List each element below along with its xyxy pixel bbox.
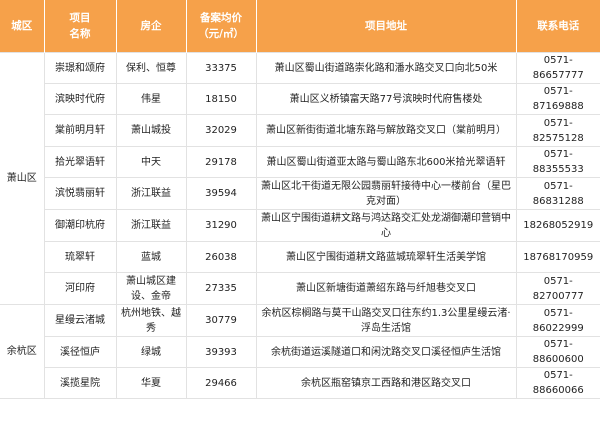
price-cell: 26038: [185, 241, 257, 273]
developer-cell: 绿城: [115, 336, 187, 368]
project-name-cell: 滨悦翡丽轩: [43, 177, 117, 210]
address-cell: 萧山区北干街道无限公园翡丽轩接待中心一楼前台（星巴克对面）: [255, 177, 517, 210]
header-address: 项目地址: [255, 0, 516, 53]
address-cell: 余杭区棕榈路与莫干山路交叉口往东约1.3公里星缦云渚·浮岛生活馆: [255, 304, 517, 337]
project-name-cell: 溪径恒庐: [43, 336, 117, 368]
developer-cell: 萧山城区建设、金帝: [115, 272, 187, 305]
table-row: 御潮印杭府 浙江联益 31290 萧山区宁围街道耕文路与鸿达路交汇处龙湖御潮印营…: [0, 209, 600, 242]
project-name-cell: 滨映时代府: [43, 83, 117, 115]
phone-cell: 0571-88600600: [515, 336, 600, 368]
project-name-cell: 崇璟和颂府: [43, 52, 117, 84]
header-price-line2: （元/㎡）: [198, 28, 244, 40]
phone-cell: 18768170959: [515, 241, 600, 273]
developer-cell: 蓝城: [115, 241, 187, 273]
header-project-line1: 项目: [69, 12, 91, 24]
project-name-cell: 河印府: [43, 272, 117, 305]
price-cell: 39393: [185, 336, 257, 368]
project-price-table: 城区 项目 名称 房企 备案均价 （元/㎡） 项目地址 联系电话 萧山区 崇璟和…: [0, 0, 600, 399]
table-row: 棠前明月轩 萧山城投 32029 萧山区新街街道北塘东路与解放路交叉口（棠前明月…: [0, 114, 600, 147]
price-cell: 30779: [185, 304, 257, 337]
price-cell: 18150: [185, 83, 257, 115]
header-district: 城区: [0, 0, 44, 53]
header-developer: 房企: [115, 0, 186, 53]
header-price-line1: 备案均价: [200, 12, 242, 24]
address-cell: 余杭区瓶窑镇京工西路和港区路交叉口: [255, 367, 517, 399]
table-row: 滨映时代府 伟星 18150 萧山区义桥镇富天路77号滨映时代府售楼处 0571…: [0, 83, 600, 115]
project-name-cell: 拾光翠语轩: [43, 146, 117, 178]
project-name-cell: 棠前明月轩: [43, 114, 117, 147]
price-cell: 33375: [185, 52, 257, 84]
address-cell: 萧山区宁围街道耕文路蓝城琉翠轩生活美学馆: [255, 241, 517, 273]
price-cell: 39594: [185, 177, 257, 210]
phone-cell: 0571-88660066: [515, 367, 600, 399]
table-row: 溪径恒庐 绿城 39393 余杭街道运溪隧道口和闲沈路交叉口溪径恒庐生活馆 05…: [0, 336, 600, 368]
header-price: 备案均价 （元/㎡）: [185, 0, 256, 53]
district-cell: 萧山区: [0, 52, 45, 305]
project-name-cell: 星缦云渚城: [43, 304, 117, 337]
developer-cell: 浙江联益: [115, 209, 187, 242]
phone-cell: 0571-87169888: [515, 83, 600, 115]
phone-cell: 0571-82700777: [515, 272, 600, 305]
phone-cell: 0571-86657777: [515, 52, 600, 84]
phone-cell: 18268052919: [515, 209, 600, 242]
address-cell: 余杭街道运溪隧道口和闲沈路交叉口溪径恒庐生活馆: [255, 336, 517, 368]
phone-cell: 0571-88355533: [515, 146, 600, 178]
developer-cell: 杭州地铁、越秀: [115, 304, 187, 337]
table-row: 萧山区 崇璟和颂府 保利、恒尊 33375 萧山区蜀山街道路崇化路和潘水路交叉口…: [0, 52, 600, 305]
project-name-cell: 琉翠轩: [43, 241, 117, 273]
developer-cell: 伟星: [115, 83, 187, 115]
table-row: 琉翠轩 蓝城 26038 萧山区宁围街道耕文路蓝城琉翠轩生活美学馆 187681…: [0, 241, 600, 273]
price-cell: 27335: [185, 272, 257, 305]
address-cell: 萧山区义桥镇富天路77号滨映时代府售楼处: [255, 83, 517, 115]
address-cell: 萧山区新街街道北塘东路与解放路交叉口（棠前明月）: [255, 114, 517, 147]
table-row: 河印府 萧山城区建设、金帝 27335 萧山区新塘街道萧绍东路与纤旭巷交叉口 0…: [0, 272, 600, 305]
address-cell: 萧山区蜀山街道亚太路与蜀山路东北600米拾光翠语轩: [255, 146, 517, 178]
developer-cell: 萧山城投: [115, 114, 187, 147]
header-row: 城区 项目 名称 房企 备案均价 （元/㎡） 项目地址 联系电话: [0, 0, 600, 53]
address-cell: 萧山区宁围街道耕文路与鸿达路交汇处龙湖御潮印营销中心: [255, 209, 517, 242]
developer-cell: 浙江联益: [115, 177, 187, 210]
price-cell: 31290: [185, 209, 257, 242]
address-cell: 萧山区蜀山街道路崇化路和潘水路交叉口向北50米: [255, 52, 517, 84]
price-cell: 29466: [185, 367, 257, 399]
district-cell: 余杭区: [0, 304, 45, 399]
phone-cell: 0571-82575128: [515, 114, 600, 147]
table-row: 溪揽星院 华夏 29466 余杭区瓶窑镇京工西路和港区路交叉口 0571-886…: [0, 367, 600, 399]
developer-cell: 华夏: [115, 367, 187, 399]
developer-cell: 中天: [115, 146, 187, 178]
table-row: 滨悦翡丽轩 浙江联益 39594 萧山区北干街道无限公园翡丽轩接待中心一楼前台（…: [0, 177, 600, 210]
header-phone: 联系电话: [515, 0, 600, 53]
header-project-line2: 名称: [69, 28, 91, 40]
developer-cell: 保利、恒尊: [115, 52, 187, 84]
phone-cell: 0571-86022999: [515, 304, 600, 337]
header-project: 项目 名称: [43, 0, 116, 53]
price-cell: 32029: [185, 114, 257, 147]
table-row: 余杭区 星缦云渚城 杭州地铁、越秀 30779 余杭区棕榈路与莫干山路交叉口往东…: [0, 304, 600, 399]
phone-cell: 0571-86831288: [515, 177, 600, 210]
project-name-cell: 御潮印杭府: [43, 209, 117, 242]
price-cell: 29178: [185, 146, 257, 178]
table-row: 拾光翠语轩 中天 29178 萧山区蜀山街道亚太路与蜀山路东北600米拾光翠语轩…: [0, 146, 600, 178]
address-cell: 萧山区新塘街道萧绍东路与纤旭巷交叉口: [255, 272, 517, 305]
project-name-cell: 溪揽星院: [43, 367, 117, 399]
